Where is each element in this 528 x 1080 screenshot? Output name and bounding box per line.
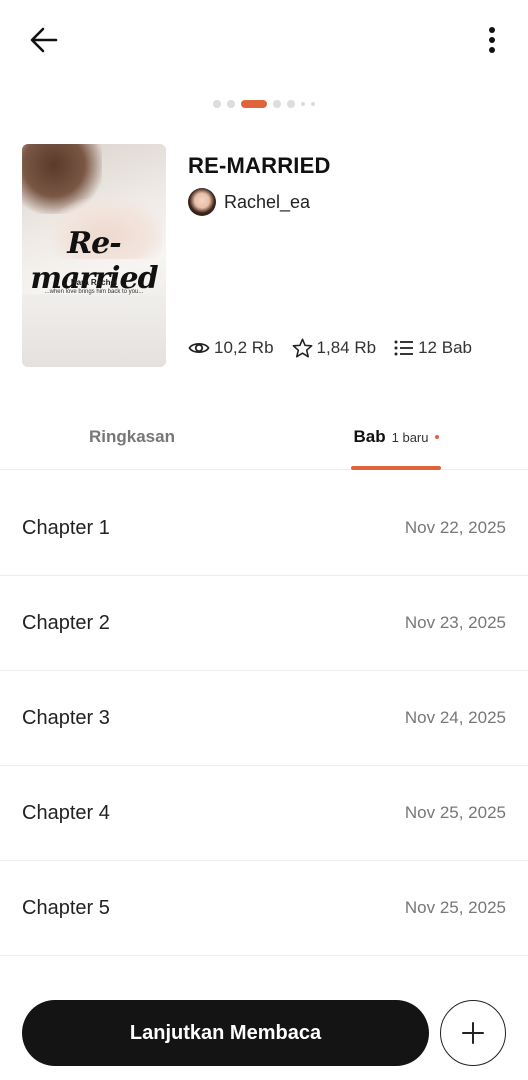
- plus-icon: [462, 1022, 484, 1044]
- chapters-count: 12 Bab: [418, 338, 472, 357]
- chapter-date: Nov 23, 2025: [404, 613, 506, 632]
- chapter-row[interactable]: Chapter 1 Nov 22, 2025: [0, 481, 528, 576]
- tab-summary[interactable]: Ringkasan: [44, 404, 220, 470]
- cover-author: Rara Rachel: [70, 278, 118, 287]
- chapters-stat: 12 Bab: [394, 338, 472, 358]
- more-vertical-icon: [489, 27, 495, 53]
- new-indicator-dot: [434, 435, 439, 439]
- author-name: Rachel_ea: [224, 191, 311, 212]
- chapter-title: Chapter 1: [22, 516, 110, 539]
- chapter-list: Chapter 1 Nov 22, 2025 Chapter 2 Nov 23,…: [0, 481, 528, 956]
- active-tab-indicator: [351, 466, 441, 470]
- book-cover[interactable]: Re-married Rara Rachel ...when love brin…: [22, 144, 166, 367]
- author-avatar: [188, 188, 216, 216]
- carousel-indicator: [0, 100, 528, 108]
- eye-icon: [188, 342, 210, 354]
- more-options-button[interactable]: [480, 20, 504, 60]
- chapter-title: Chapter 4: [22, 801, 110, 824]
- tab-summary-label: Ringkasan: [89, 427, 175, 446]
- stars-count: 1,84 Rb: [316, 338, 377, 357]
- chapter-date: Nov 24, 2025: [404, 708, 506, 727]
- chapter-date: Nov 25, 2025: [404, 803, 506, 822]
- tab-chapters-label: Bab: [353, 427, 386, 446]
- carousel-dot[interactable]: [273, 100, 281, 108]
- chapter-title: Chapter 2: [22, 611, 110, 634]
- chapter-date: Nov 25, 2025: [404, 898, 506, 917]
- chapter-date: Nov 22, 2025: [404, 518, 506, 537]
- chapter-row[interactable]: Chapter 2 Nov 23, 2025: [0, 576, 528, 671]
- views-stat: 10,2 Rb: [188, 338, 274, 358]
- carousel-dot[interactable]: [227, 100, 235, 108]
- carousel-dot[interactable]: [287, 100, 295, 108]
- chapter-row[interactable]: Chapter 5 Nov 25, 2025: [0, 861, 528, 956]
- views-count: 10,2 Rb: [214, 338, 274, 357]
- author-link[interactable]: Rachel_ea: [188, 188, 310, 216]
- carousel-dot[interactable]: [301, 102, 305, 106]
- chapter-row[interactable]: Chapter 4 Nov 25, 2025: [0, 766, 528, 861]
- cover-tagline: ...when love brings him back to you...: [44, 289, 144, 295]
- carousel-dot-active[interactable]: [241, 100, 267, 108]
- list-icon: [394, 340, 414, 356]
- back-button[interactable]: [22, 20, 66, 60]
- star-icon: [292, 338, 312, 358]
- arrow-left-icon: [30, 27, 58, 53]
- add-to-library-button[interactable]: [440, 1000, 506, 1066]
- chapter-title: Chapter 5: [22, 896, 110, 919]
- carousel-dot[interactable]: [311, 102, 315, 106]
- book-title: RE-MARRIED: [188, 153, 331, 178]
- stars-stat: 1,84 Rb: [292, 338, 377, 358]
- tab-bar: Ringkasan Bab 1 baru: [0, 404, 528, 470]
- new-chapters-badge: 1 baru: [391, 429, 429, 445]
- chapter-title: Chapter 3: [22, 706, 110, 729]
- top-bar: [0, 0, 528, 80]
- book-stats: 10,2 Rb 1,84 Rb 12 Bab: [188, 338, 472, 358]
- tab-chapters[interactable]: Bab 1 baru: [351, 404, 441, 470]
- carousel-dot[interactable]: [213, 100, 221, 108]
- chapter-row[interactable]: Chapter 3 Nov 24, 2025: [0, 671, 528, 766]
- continue-reading-button[interactable]: Lanjutkan Membaca: [22, 1000, 429, 1066]
- cover-art-dress: [22, 294, 166, 367]
